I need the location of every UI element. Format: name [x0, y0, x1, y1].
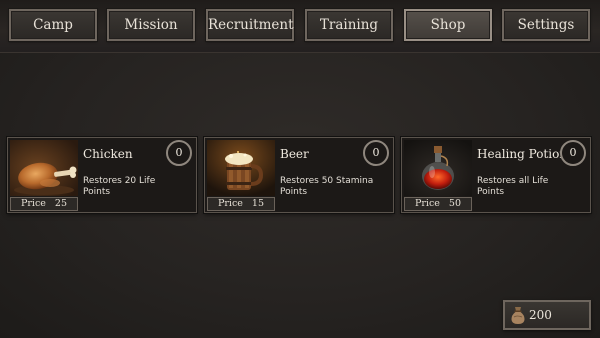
- quantity-counter[interactable]: 0: [363, 140, 389, 166]
- tab-mission[interactable]: Mission: [106, 8, 196, 42]
- tab-training[interactable]: Training: [304, 8, 394, 42]
- shop-item-healing-potion[interactable]: Price 50 Healing Potion Restores all Lif…: [401, 137, 591, 213]
- top-nav-bar: Camp Mission Recruitment Training Shop S…: [0, 0, 600, 53]
- quantity-counter[interactable]: 0: [166, 140, 192, 166]
- price-label: Price: [20, 198, 46, 209]
- item-description: Restores 20 Life Points: [83, 176, 156, 197]
- item-description: Restores all Life Points: [477, 176, 549, 197]
- price-label: Price: [217, 198, 243, 209]
- price-label: Price: [414, 198, 440, 209]
- shop-item-chicken[interactable]: Price 25 Chicken Restores 20 Life Points…: [7, 137, 197, 213]
- shop-screen: Camp Mission Recruitment Training Shop S…: [0, 0, 600, 338]
- coin-pouch-icon: [511, 305, 525, 329]
- tab-shop[interactable]: Shop: [403, 8, 493, 42]
- gold-counter: 200: [503, 300, 591, 330]
- price-value: 50: [448, 198, 462, 209]
- price-tag: Price 25: [10, 197, 78, 211]
- price-value: 15: [251, 198, 265, 209]
- item-description: Restores 50 Stamina Points: [280, 176, 374, 197]
- beer-mug-icon: [207, 140, 275, 196]
- price-tag: Price 15: [207, 197, 275, 211]
- price-tag: Price 50: [404, 197, 472, 211]
- item-name: Chicken: [83, 147, 133, 161]
- gold-amount: 200: [529, 308, 552, 322]
- price-value: 25: [54, 198, 68, 209]
- item-name: Healing Potion: [477, 147, 568, 161]
- shop-item-beer[interactable]: Price 15 Beer Restores 50 Stamina Points…: [204, 137, 394, 213]
- tab-settings[interactable]: Settings: [501, 8, 591, 42]
- tab-recruitment[interactable]: Recruitment: [205, 8, 295, 42]
- quantity-counter[interactable]: 0: [560, 140, 586, 166]
- item-name: Beer: [280, 147, 309, 161]
- roast-chicken-icon: [10, 140, 78, 196]
- tab-camp[interactable]: Camp: [8, 8, 98, 42]
- potion-bottle-icon: [404, 140, 472, 196]
